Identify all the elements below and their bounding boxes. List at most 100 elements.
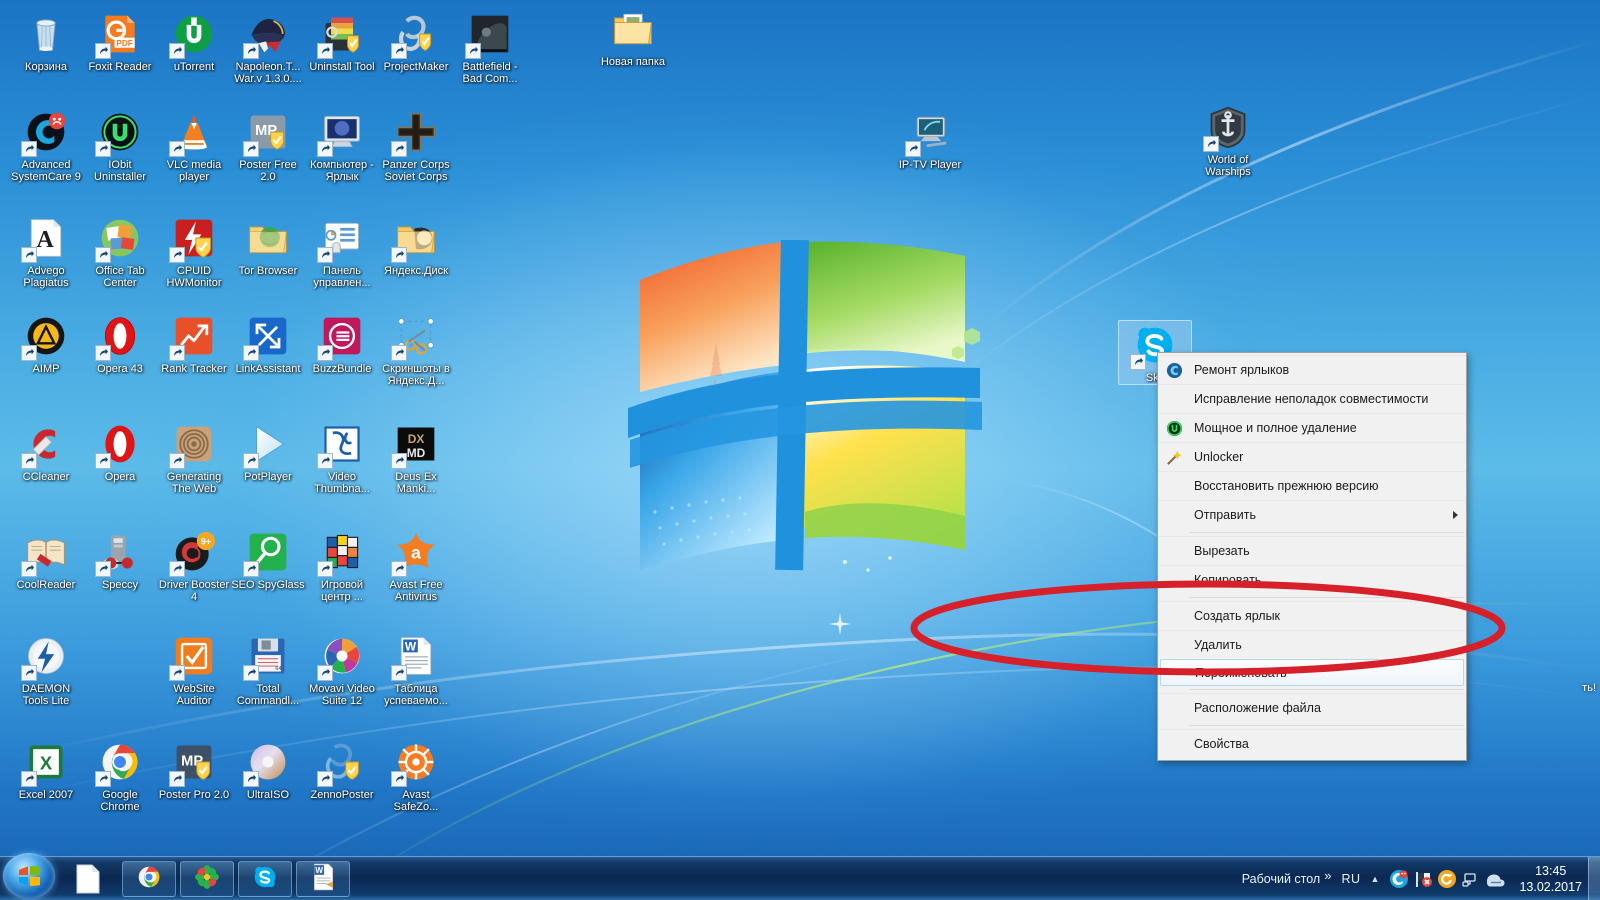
context-menu-item-1[interactable]: Исправление неполадок совместимости <box>1158 384 1466 413</box>
context-menu-item-7[interactable]: Вырезать <box>1158 536 1466 565</box>
context-menu-item-10[interactable]: Создать ярлык <box>1158 601 1466 630</box>
desktop-icon-poster-pro[interactable]: MP Poster Pro 2.0 <box>157 738 231 801</box>
taskbar-button-chrome[interactable] <box>122 861 176 897</box>
desktop-icon-total-commander[interactable]: 64 Total Commandl... <box>231 632 305 707</box>
desktop-icon-projectmaker[interactable]: ProjectMaker <box>379 10 453 73</box>
desktop-icon-avast-free-antivirus[interactable]: a Avast Free Antivirus <box>379 528 453 603</box>
context-menu-item-0[interactable]: Ремонт ярлыков <box>1158 355 1466 384</box>
desktop-icon-video-thumbnailer[interactable]: Video Thumbna... <box>305 420 379 495</box>
desktop-icon-movavi-video-suite[interactable]: Movavi Video Suite 12 <box>305 632 379 707</box>
quick-launch-show-desktop[interactable] <box>66 861 110 897</box>
desktop-icon-office-tab-center[interactable]: Office Tab Center <box>83 214 157 289</box>
desktop-icon-yandex-screenshots[interactable]: Скриншоты в Яндекс.Д... <box>379 312 453 387</box>
shortcut-arrow-overlay-icon <box>169 561 185 577</box>
desktop-icon-computer[interactable]: Компьютер - Ярлык <box>305 108 379 183</box>
desktop-icon-yandex-disk[interactable]: Яндекс.Диск <box>379 214 453 277</box>
desktop-icon-label: CoolReader <box>16 579 76 591</box>
desktop-icon-potplayer[interactable]: PotPlayer <box>231 420 305 483</box>
tray-desktop-toolbar-label[interactable]: Рабочий стол <box>1242 872 1320 886</box>
context-menu-item-3[interactable]: Unlocker <box>1158 442 1466 471</box>
taskbar-button-skype[interactable] <box>238 861 292 897</box>
desktop-icon-deus-ex-mankind-divided[interactable]: DX MD Deus Ex Manki... <box>379 420 453 495</box>
driver-booster-tray-icon[interactable] <box>1435 867 1459 891</box>
desktop-icon-advanced-systemcare[interactable]: Advanced SystemCare 9 <box>9 108 83 183</box>
desktop-icon-zennoposter[interactable]: ZennoPoster <box>305 738 379 801</box>
desktop-icon-word-document[interactable]: W Таблица успеваемо... <box>379 632 453 707</box>
zennoposter-icon <box>317 738 366 787</box>
desktop-icon-utorrent[interactable]: uTorrent <box>157 10 231 73</box>
video-thumbnailer-icon <box>317 420 366 469</box>
system-tray[interactable]: Рабочий стол » RU ▲ 13:45 13.02.2017 <box>1242 857 1600 900</box>
desktop-icon-poster-free[interactable]: MP Poster Free 2.0 <box>231 108 305 183</box>
desktop-icon-aimp[interactable]: AIMP <box>9 312 83 375</box>
desktop-icon-world-of-warships[interactable]: World of Warships <box>1191 103 1265 178</box>
shortcut-arrow-overlay-icon <box>243 665 259 681</box>
shortcut-arrow-overlay-icon <box>905 141 921 157</box>
context-menu-item-11[interactable]: Удалить <box>1158 630 1466 659</box>
desktop-icon-opera-43[interactable]: Opera 43 <box>83 312 157 375</box>
desktop-icon-website-auditor[interactable]: WebSite Auditor <box>157 632 231 707</box>
desktop-icon-cpuid-hwmonitor[interactable]: CPUID HWMonitor <box>157 214 231 289</box>
shortcut-arrow-overlay-icon <box>317 345 333 361</box>
avast-flag-tray-icon[interactable] <box>1411 867 1435 891</box>
opera-icon <box>95 420 144 469</box>
desktop-icon-ccleaner[interactable]: CCleaner <box>9 420 83 483</box>
shortcut-arrow-overlay-icon <box>21 453 37 469</box>
desktop-icon-tor-browser[interactable]: Tor Browser <box>231 214 305 277</box>
desktop-icon-driver-booster[interactable]: 9+ Driver Booster 4 <box>157 528 231 603</box>
taskbar[interactable]: W Рабочий стол » RU ▲ 13:45 13.02.2017 <box>0 853 1600 900</box>
opera-43-icon <box>95 312 144 361</box>
taskbar-button-word[interactable]: W <box>296 861 350 897</box>
context-menu-item-8[interactable]: Копировать <box>1158 565 1466 594</box>
context-menu-item-14[interactable]: Расположение файла <box>1158 693 1466 722</box>
desktop-icon-rank-tracker[interactable]: Rank Tracker <box>157 312 231 375</box>
desktop-icon-foxit-reader[interactable]: PDF Foxit Reader <box>83 10 157 73</box>
shortcut-arrow-overlay-icon <box>169 43 185 59</box>
start-button[interactable] <box>3 853 55 899</box>
desktop-icon-avast-safezone[interactable]: Avast SafeZo... <box>379 738 453 813</box>
advanced-systemcare-tray-icon[interactable] <box>1387 867 1411 891</box>
shortcut-arrow-overlay-icon <box>465 43 481 59</box>
network-tray-icon[interactable] <box>1459 867 1483 891</box>
context-menu-item-5[interactable]: Отправить <box>1158 500 1466 529</box>
desktop-icon-daemon-tools-lite[interactable]: DAEMON Tools Lite <box>9 632 83 707</box>
desktop-icon-napoleon-total-war[interactable]: Napoleon.T... War.v 1.3.0.... <box>231 10 305 85</box>
desktop-icon-uninstall-tool[interactable]: Uninstall Tool <box>305 10 379 73</box>
desktop-icon-coolreader[interactable]: CoolReader <box>9 528 83 591</box>
desktop-icon-label: Google Chrome <box>100 789 140 813</box>
desktop-icon-ip-tv-player[interactable]: IP-TV Player <box>893 108 967 171</box>
desktop-icon-folder[interactable]: Новая папка <box>596 5 670 68</box>
desktop-icon-battlefield-bad-company[interactable]: Battlefield - Bad Com... <box>453 10 527 85</box>
taskbar-clock[interactable]: 13:45 13.02.2017 <box>1519 863 1582 895</box>
desktop-icon-opera[interactable]: Opera <box>83 420 157 483</box>
tray-overflow-chevron[interactable]: » <box>1324 868 1331 883</box>
desktop-icon-linkassistant[interactable]: LinkAssistant <box>231 312 305 375</box>
show-desktop-button[interactable] <box>1588 857 1600 900</box>
context-menu-item-16[interactable]: Свойства <box>1158 729 1466 758</box>
desktop-icon-advego-plagiatus[interactable]: A Advego Plagiatus <box>9 214 83 289</box>
context-menu-item-2[interactable]: Мощное и полное удаление <box>1158 413 1466 442</box>
context-menu-item-12[interactable]: Переименовать <box>1160 659 1464 686</box>
desktop-icon-generating-the-web[interactable]: Generating The Web <box>157 420 231 495</box>
show-hidden-icons-button[interactable]: ▲ <box>1371 874 1380 884</box>
desktop-icon-vlc-media-player[interactable]: VLC media player <box>157 108 231 183</box>
action-center-tray-icon[interactable] <box>1483 867 1507 891</box>
desktop-icon-recycle-bin[interactable]: Корзина <box>9 10 83 73</box>
context-menu-item-4[interactable]: Восстановить прежнюю версию <box>1158 471 1466 500</box>
desktop-icon-seo-spyglass[interactable]: SEO SpyGlass <box>231 528 305 591</box>
shortcut-arrow-overlay-icon <box>243 141 259 157</box>
taskbar-button-icq[interactable] <box>180 861 234 897</box>
icq-flower-icon <box>194 864 220 895</box>
desktop-icon-panzer-corps[interactable]: Panzer Corps Soviet Corps <box>379 108 453 183</box>
desktop-icon-buzzbundle[interactable]: BuzzBundle <box>305 312 379 375</box>
desktop-icon-game-center[interactable]: Игровой центр ... <box>305 528 379 603</box>
desktop-icon-excel-2007[interactable]: X Excel 2007 <box>9 738 83 801</box>
desktop-context-menu[interactable]: Ремонт ярлыков Исправление неполадок совм… <box>1157 352 1467 761</box>
desktop-icon-google-chrome[interactable]: Google Chrome <box>83 738 157 813</box>
desktop-icon-speccy[interactable]: Speccy <box>83 528 157 591</box>
shortcut-arrow-overlay-icon <box>169 453 185 469</box>
desktop-icon-ultraiso[interactable]: UltraISO <box>231 738 305 801</box>
desktop-icon-control-panel[interactable]: Панель управлен... <box>305 214 379 289</box>
desktop-icon-iobit-uninstaller[interactable]: IObit Uninstaller <box>83 108 157 183</box>
language-indicator[interactable]: RU <box>1341 872 1360 886</box>
